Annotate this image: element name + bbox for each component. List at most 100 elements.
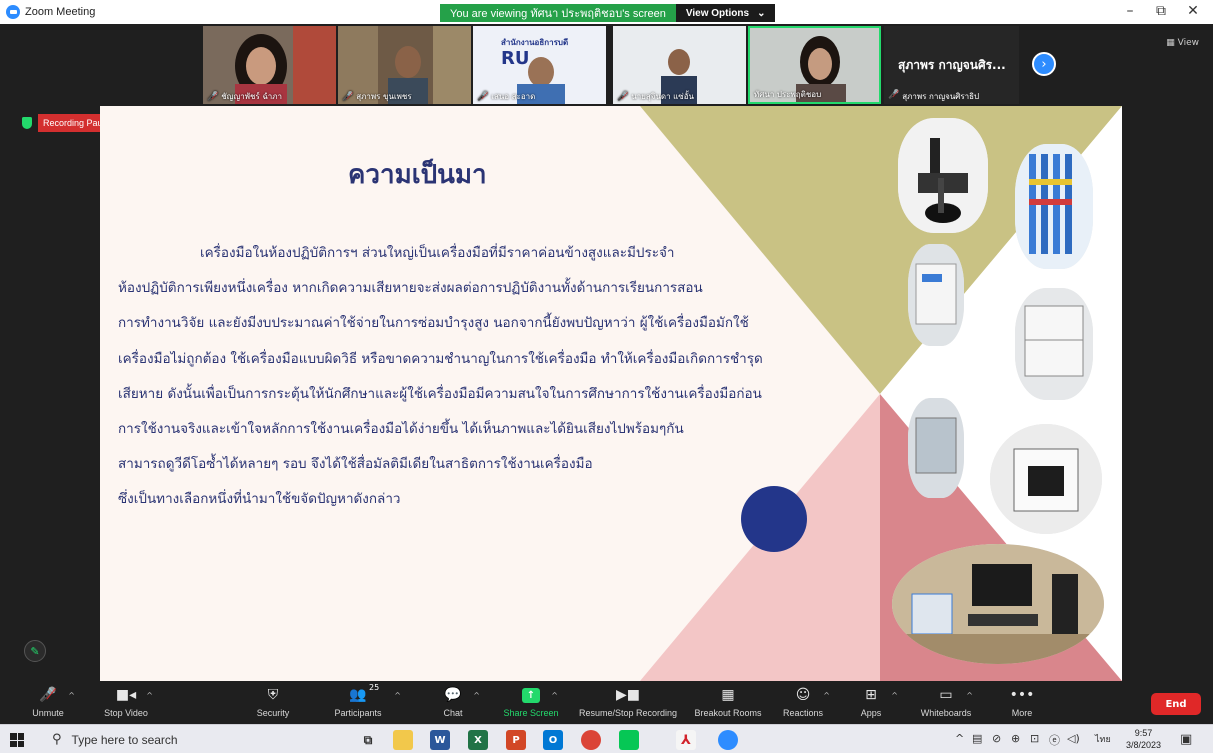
more-dots-icon: ••• [1009,687,1035,703]
view-button[interactable]: ▦ View [1166,38,1199,48]
caret-up-icon[interactable]: ^ [473,691,480,700]
resume-stop-recording-icon: ▶■ [616,687,640,703]
ru-logo: RU [501,48,530,69]
excel-icon[interactable]: X [468,730,488,750]
participant-name: ชัญญาพัชร์ ฉำภา [221,92,283,101]
tray-app-icon[interactable]: ▤ [972,732,982,745]
windows-start-icon[interactable] [10,733,24,747]
reactions-label: Reactions [782,708,824,718]
participant-name: ทัศนา ประพฤติชอบ [754,90,822,99]
zoom-window: Zoom Meeting You are viewing ทัศนา ประพฤ… [0,0,1213,753]
participant-name: นายสุจินดา แซ่อั้น [631,92,694,101]
participant-name: เสนอ สะอาด [491,92,536,101]
caret-up-icon[interactable]: ^ [68,691,75,700]
speaker-name-large: สุภาพร กาญจนศิร... [898,58,1006,72]
word-icon[interactable]: W [430,730,450,750]
equipment-photo [908,244,964,346]
task-view-icon[interactable]: ⧉ [358,730,378,750]
chat-button[interactable]: 💬 Chat ^ [408,685,498,718]
whiteboard-icon: ▭ [939,687,953,703]
unmute-label: Unmute [32,708,64,718]
participant-tile[interactable]: 🎤̸ สุภาพร ขุนเพชร [338,26,471,104]
volume-icon[interactable]: ◁) [1067,732,1080,745]
participant-name: สุภาพร ขุนเพชร [356,92,412,101]
title-bar: Zoom Meeting You are viewing ทัศนา ประพฤ… [0,0,1213,24]
view-options-label: View Options [685,7,750,19]
restore-button[interactable]: ⧉ [1149,3,1173,19]
powerpoint-icon[interactable]: P [506,730,526,750]
caret-up-icon[interactable]: ^ [146,691,153,700]
zoom-logo-icon [6,5,20,19]
security-button[interactable]: ⛨ Security [228,685,318,718]
security-label: Security [256,708,290,718]
recording-button[interactable]: ▶■ Resume/Stop Recording [568,685,688,718]
caret-up-icon[interactable]: ^ [551,691,558,700]
zoom-taskbar-icon[interactable] [718,730,738,750]
language-indicator[interactable]: ไทย [1095,732,1111,746]
end-meeting-button[interactable]: End [1151,693,1201,715]
tray-app-icon[interactable]: ⊕ [1011,732,1020,745]
right-margin [1122,106,1213,681]
breakout-rooms-icon: ▦ [721,687,735,703]
participant-tile-active[interactable]: ทัศนา ประพฤติชอบ [748,26,881,104]
tray-app-icon[interactable]: ⊘ [992,732,1001,745]
tray-app-icon[interactable]: ⓔ [1049,732,1060,748]
slide-text-line: ห้องปฏิบัติการเพียงหนึ่งเครื่อง หากเกิดค… [118,280,703,297]
slide-body: เครื่องมือในห้องปฏิบัติการฯ ส่วนใหญ่เป็น… [118,236,898,518]
view-options-button[interactable]: View Options ⌄ [675,4,776,22]
file-explorer-icon[interactable] [393,730,413,750]
more-button[interactable]: ••• More [977,685,1067,718]
taskbar-clock[interactable]: 9:57 3/8/2023 [1126,727,1161,751]
windows-taskbar: ⚲ Type here to search ⧉ W X P O ⅄ ^ ▤ ⊘ … [0,724,1213,753]
caret-up-icon[interactable]: ^ [966,691,973,700]
video-camera-icon: ■◂ [115,687,137,703]
viewing-banner: You are viewing ทัศนา ประพฤติชอบ's scree… [440,4,776,22]
outlook-icon[interactable]: O [543,730,563,750]
next-page-button[interactable]: › [1032,52,1056,76]
slide-text-line: เครื่องมือไม่ถูกต้อง ใช้เครื่องมือแบบผิด… [118,350,763,367]
slide-text-line: เครื่องมือในห้องปฏิบัติการฯ ส่วนใหญ่เป็น… [200,245,675,261]
participants-button[interactable]: 👥 25 Participants ^ [313,683,403,718]
participant-tile[interactable]: 🎤̸ นายสุจินดา แซ่อั้น [613,26,746,104]
apps-icon: ⊞ [865,687,877,703]
show-hidden-icons-icon[interactable]: ^ [955,732,964,745]
mic-off-icon: 🎤̸ [888,90,900,100]
caret-up-icon[interactable]: ^ [394,691,401,700]
close-button[interactable]: ✕ [1181,3,1205,19]
mic-off-icon: 🎤̸ [617,91,629,102]
unmute-button[interactable]: 🎤̸ Unmute ^ [3,685,93,718]
slide-title: ความเป็นมา [348,160,487,190]
chrome-icon[interactable] [581,730,601,750]
mic-off-icon: 🎤̸ [477,91,489,102]
line-icon[interactable] [619,730,639,750]
whiteboards-label: Whiteboards [920,708,972,718]
window-title: Zoom Meeting [25,6,96,18]
active-speaker-tile[interactable]: สุภาพร กาญจนศิร... 🎤̸ สุภาพร กาญจนศิราธิป [884,26,1019,104]
microscope-icon [898,118,988,233]
reactions-icon: ☺ [795,687,811,703]
chat-label: Chat [443,708,463,718]
search-placeholder: Type here to search [71,732,178,747]
microscope-photo [898,118,988,233]
stop-video-button[interactable]: ■◂ Stop Video ^ [81,685,171,718]
mic-off-icon: 🎤̸ [207,91,219,102]
speaker-name: สุภาพร กาญจนศิราธิป [902,92,980,101]
pipette-photo [1015,144,1093,269]
minimize-button[interactable]: – [1118,3,1142,19]
participant-tile[interactable]: 🎤̸ ชัญญาพัชร์ ฉำภา [203,26,336,104]
search-icon: ⚲ [52,732,62,747]
breakout-rooms-label: Breakout Rooms [694,708,762,718]
caret-up-icon[interactable]: ^ [891,691,898,700]
notifications-icon[interactable]: ▣ [1180,732,1192,747]
computer-lab-photo [892,544,1104,664]
slide-text-line: การทำงานวิจัย และยังมีงบประมาณค่าใช้จ่าย… [118,315,749,332]
taskbar-search-box[interactable]: ⚲ Type here to search [48,726,348,753]
apps-label: Apps [860,708,882,718]
network-icon[interactable]: ⊡ [1030,732,1039,745]
acrobat-icon[interactable]: ⅄ [676,730,696,750]
participant-tile[interactable]: สำนักงานอธิการบดี RU 🎤̸ เสนอ สะอาด [473,26,606,104]
annotate-pen-button[interactable]: ✎ [24,640,46,662]
participants-icon: 👥 [349,687,367,703]
share-screen-label: Share Screen [503,708,559,718]
share-screen-button[interactable]: ↑ Share Screen ^ [486,685,576,718]
